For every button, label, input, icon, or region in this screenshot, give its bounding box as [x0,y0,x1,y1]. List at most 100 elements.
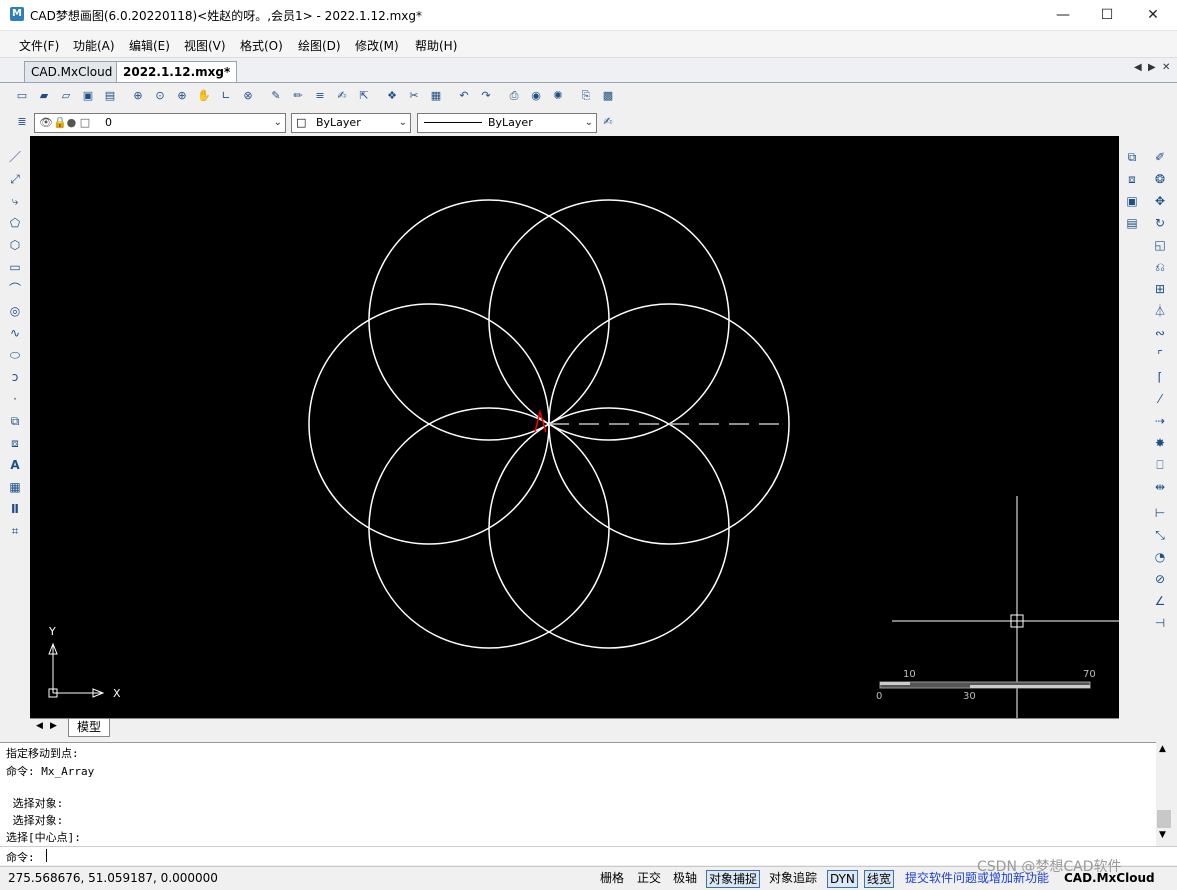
aligned-dimension-icon[interactable]: ⤡ [1151,526,1169,544]
linear-dimension-icon[interactable]: ⊢ [1151,504,1169,522]
erase-icon[interactable]: ✐ [1151,148,1169,166]
rotate-icon[interactable]: ↻ [1151,214,1169,232]
zoom-in-icon[interactable]: ⊕ [174,88,190,104]
save-icon[interactable]: ▣ [80,88,96,104]
mtext-icon[interactable]: Ⅱ [6,500,24,518]
revcloud-icon[interactable]: ↄ [6,368,24,386]
array-icon[interactable]: ⊞ [1151,280,1169,298]
menu-function[interactable]: 功能(A) [73,37,115,54]
dyn-toggle[interactable]: DYN [827,870,858,888]
menu-view[interactable]: 视图(V) [184,37,226,54]
block-icon[interactable]: ❖ [384,88,400,104]
print-icon[interactable]: ⎙ [506,88,522,104]
diameter-dimension-icon[interactable]: ⊘ [1151,570,1169,588]
point-icon[interactable]: · [6,390,24,408]
pencil-icon[interactable]: ✏ [290,88,306,104]
scale-icon[interactable]: ◱ [1151,236,1169,254]
tab-model[interactable]: 模型 [68,719,111,737]
undo-icon[interactable]: ↶ [456,88,472,104]
circle-icon[interactable]: ◎ [6,302,24,320]
radius-dimension-icon[interactable]: ◔ [1151,548,1169,566]
tab-cad-mxcloud[interactable]: CAD.MxCloud [24,61,120,82]
move-icon[interactable]: ✥ [1151,192,1169,210]
ortho-toggle[interactable]: 正交 [635,870,663,886]
open-folder-icon[interactable]: ▱ [58,88,74,104]
layout-next-icon[interactable]: ▶ [50,721,57,731]
scroll-up-icon[interactable]: ▲ [1159,744,1166,754]
properties-icon[interactable]: ▦ [428,88,444,104]
layer-select[interactable]: 👁🔒● □ 0 ⌄ [34,113,286,133]
trim-icon[interactable]: ⁄ [1151,390,1169,408]
make-block-icon[interactable]: ⧈ [6,434,24,452]
otrack-toggle[interactable]: 对象追踪 [767,870,819,886]
arc-icon[interactable]: ⌒ [6,280,24,298]
layout-prev-icon[interactable]: ◀ [36,721,43,731]
text-icon[interactable]: A [6,456,24,474]
lineweight-toggle[interactable]: 线宽 [864,870,895,888]
copy-icon[interactable]: ❂ [1151,170,1169,188]
minimize-button[interactable]: — [1040,0,1086,30]
menu-file[interactable]: 文件(F) [19,37,59,54]
fillet-icon[interactable]: ⌈ [1151,368,1169,386]
continue-dimension-icon[interactable]: ⊣ [1151,614,1169,632]
grid-toggle[interactable]: 栅格 [598,870,626,886]
tab-scroll-right-icon[interactable]: ▶ [1148,62,1156,73]
new-file-icon[interactable]: ▭ [14,88,30,104]
ellipse-icon[interactable]: ⬭ [6,346,24,364]
redo-icon[interactable]: ↷ [478,88,494,104]
color-wheel-icon[interactable]: ✺ [550,88,566,104]
image-export-icon[interactable]: ▩ [600,88,616,104]
open-file-icon[interactable]: ▰ [36,88,52,104]
pdf-icon[interactable]: ⎘ [578,88,594,104]
bring-front-icon[interactable]: ⧉ [1123,148,1141,166]
scroll-thumb[interactable] [1157,810,1171,828]
spline-icon[interactable]: ∿ [6,324,24,342]
send-back-icon[interactable]: ⧈ [1123,170,1141,188]
explode-icon[interactable]: ✸ [1151,434,1169,452]
make-current-layer-icon[interactable]: ✍ [600,114,616,130]
render-icon[interactable]: ◉ [528,88,544,104]
layer-stack-icon[interactable]: ≣ [14,114,30,130]
polar-toggle[interactable]: 极轴 [671,870,699,886]
polygon-icon[interactable]: ⬠ [6,214,24,232]
break-icon[interactable]: ⎕ [1151,456,1169,474]
linetype-select[interactable]: ByLayer ⌄ [417,113,597,133]
xline-icon[interactable]: ⤢ [6,170,24,188]
zoom-window-icon[interactable]: ⊙ [152,88,168,104]
offset-icon[interactable]: ∾ [1151,324,1169,342]
send-under-icon[interactable]: ▤ [1123,214,1141,232]
osnap-toggle[interactable]: 对象捕捉 [706,870,761,888]
ucs-icon[interactable]: ∟ [218,88,234,104]
menu-modify[interactable]: 修改(M) [355,37,399,54]
tab-current-drawing[interactable]: 2022.1.12.mxg* [116,61,238,82]
pan-icon[interactable]: ✋ [196,88,212,104]
join-icon[interactable]: ⇹ [1151,478,1169,496]
line-icon[interactable]: ／ [6,148,24,166]
chamfer-icon[interactable]: ⌜ [1151,346,1169,364]
extend-icon[interactable]: ⇢ [1151,412,1169,430]
mirror-icon[interactable]: ⏃ [1151,302,1169,320]
save-all-icon[interactable]: ▤ [102,88,118,104]
scroll-down-icon[interactable]: ▼ [1159,830,1166,840]
hatch-icon[interactable]: ▦ [6,478,24,496]
color-select[interactable]: □ ByLayer ⌄ [291,113,411,133]
drawing-canvas[interactable]: 10 70 0 30 Y X [30,136,1119,718]
command-scrollbar[interactable]: ▲ ▼ [1156,742,1173,846]
close-button[interactable]: ✕ [1130,0,1176,30]
zoom-realtime-icon[interactable]: ⊕ [130,88,146,104]
irregular-polygon-icon[interactable]: ⬡ [6,236,24,254]
menu-edit[interactable]: 编辑(E) [129,37,170,54]
export-icon[interactable]: ⇱ [356,88,372,104]
maximize-button[interactable]: ☐ [1084,0,1130,30]
insert-block-icon[interactable]: ⧉ [6,412,24,430]
polyline-icon[interactable]: ⤷ [6,192,24,210]
table-icon[interactable]: ⌗ [6,522,24,540]
zoom-extents-icon[interactable]: ⊗ [240,88,256,104]
layer-manager-icon[interactable]: ≡ [312,88,328,104]
tab-scroll-left-icon[interactable]: ◀ [1134,62,1142,73]
tab-close-icon[interactable]: ✕ [1162,62,1170,73]
menu-format[interactable]: 格式(O) [240,37,283,54]
bring-above-icon[interactable]: ▣ [1123,192,1141,210]
match-properties-icon[interactable]: ✎ [268,88,284,104]
stretch-icon[interactable]: ⎌ [1151,258,1169,276]
